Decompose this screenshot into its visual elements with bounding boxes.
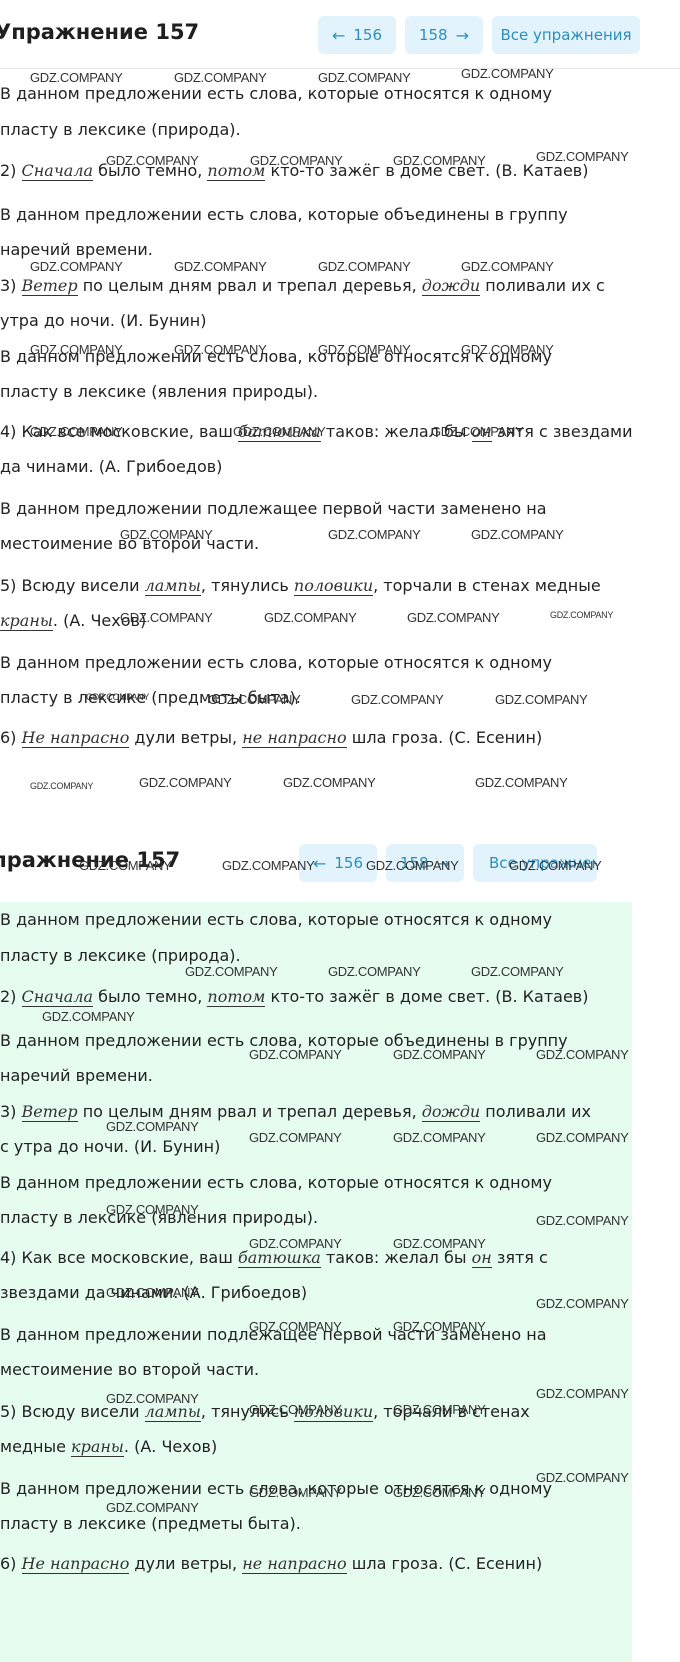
sentence-2: 2) Сначала было темно, потом кто-то зажё… [0,987,589,1007]
underlined-word: лампы [144,575,201,596]
sentence-5: 5) Всюду висели лампы, тянулись половики… [0,1401,530,1457]
underlined-word: он [471,421,492,442]
explanation-1: В данном предложении есть слова, которые… [0,84,552,139]
arrow-right-icon: → [455,25,470,45]
prev-exercise-label: 156 [353,26,383,44]
underlined-word: он [471,1247,492,1268]
underlined-word: половики [293,575,374,596]
sentence-2: 2) Сначала было темно, потом кто-то зажё… [0,161,589,181]
underlined-word: Не напрасно [21,727,130,748]
underlined-word: батюшка [237,1247,321,1268]
next-exercise-button-copy[interactable]: 158 → [386,844,464,882]
sentence-5: 5) Всюду висели лампы, тянулись половики… [0,575,601,631]
all-exercises-button[interactable]: Все упражнения [492,16,640,54]
underlined-word: лампы [144,1401,201,1422]
explanation-1: В данном предложении есть слова, которые… [0,910,552,965]
prev-exercise-button-copy[interactable]: ← 156 [299,844,377,882]
explanation-5: В данном предложении есть слова, которые… [0,1478,552,1534]
page-title: Упражнение 157 [0,20,200,44]
explanation-3: В данном предложении есть слова, которые… [0,346,552,402]
explanation-5: В данном предложении есть слова, которые… [0,652,552,708]
underlined-word: Сначала [21,161,94,181]
header-copy: Упражнение 157 ← 156 158 → Все упражнени… [0,828,680,886]
underlined-word: дожди [421,1101,481,1122]
explanation-3: В данном предложении есть слова, которые… [0,1172,552,1228]
all-exercises-label: Все упражнения [489,854,597,872]
next-exercise-button[interactable]: 158 → [405,16,483,54]
arrow-right-icon: → [436,853,451,873]
explanation-2: В данном предложении есть слова, которые… [0,204,568,260]
underlined-word: краны [71,1437,124,1457]
explanation-4: В данном предложении подлежащее первой ч… [0,498,547,554]
all-exercises-label: Все упражнения [500,26,632,44]
prev-exercise-label: 156 [334,854,364,872]
next-exercise-label: 158 [418,26,448,44]
header: Упражнение 157 ← 156 158 → Все упражнени… [0,0,680,58]
underlined-word: половики [293,1401,374,1422]
underlined-word: не напрасно [242,727,347,748]
answer-content-highlighted: В данном предложении есть слова, которые… [0,902,632,1662]
underlined-word: Сначала [21,987,94,1007]
underlined-word: краны [0,611,53,631]
answer-content: В данном предложении есть слова, которые… [0,76,675,778]
explanation-2: В данном предложении есть слова, которые… [0,1030,568,1086]
all-exercises-button-copy[interactable]: Все упражнения [473,844,597,882]
underlined-word: Ветер [21,275,78,296]
sentence-4: 4) Как все московские, ваш батюшка таков… [0,421,633,476]
page-title-copy: Упражнение 157 [0,848,181,872]
underlined-word: потом [207,161,266,181]
sentence-3: 3) Ветер по целым дням рвал и трепал дер… [0,1101,591,1156]
arrow-left-icon: ← [331,25,346,45]
sentence-4: 4) Как все московские, ваш батюшка таков… [0,1247,548,1302]
sentence-3: 3) Ветер по целым дням рвал и трепал дер… [0,275,605,330]
underlined-word: батюшка [237,421,321,442]
sentence-6: 6) Не напрасно дули ветры, не напрасно ш… [0,727,543,748]
next-exercise-label: 158 [399,854,429,872]
underlined-word: Не напрасно [21,1553,130,1574]
sentence-6: 6) Не напрасно дули ветры, не напрасно ш… [0,1553,543,1574]
explanation-4: В данном предложении подлежащее первой ч… [0,1324,547,1380]
underlined-word: Ветер [21,1101,78,1122]
underlined-word: не напрасно [242,1553,347,1574]
header-divider [0,68,680,69]
arrow-left-icon: ← [312,853,327,873]
underlined-word: дожди [421,275,481,296]
underlined-word: потом [207,987,266,1007]
prev-exercise-button[interactable]: ← 156 [318,16,396,54]
watermark-text: GDZ.COMPANY [30,781,94,791]
